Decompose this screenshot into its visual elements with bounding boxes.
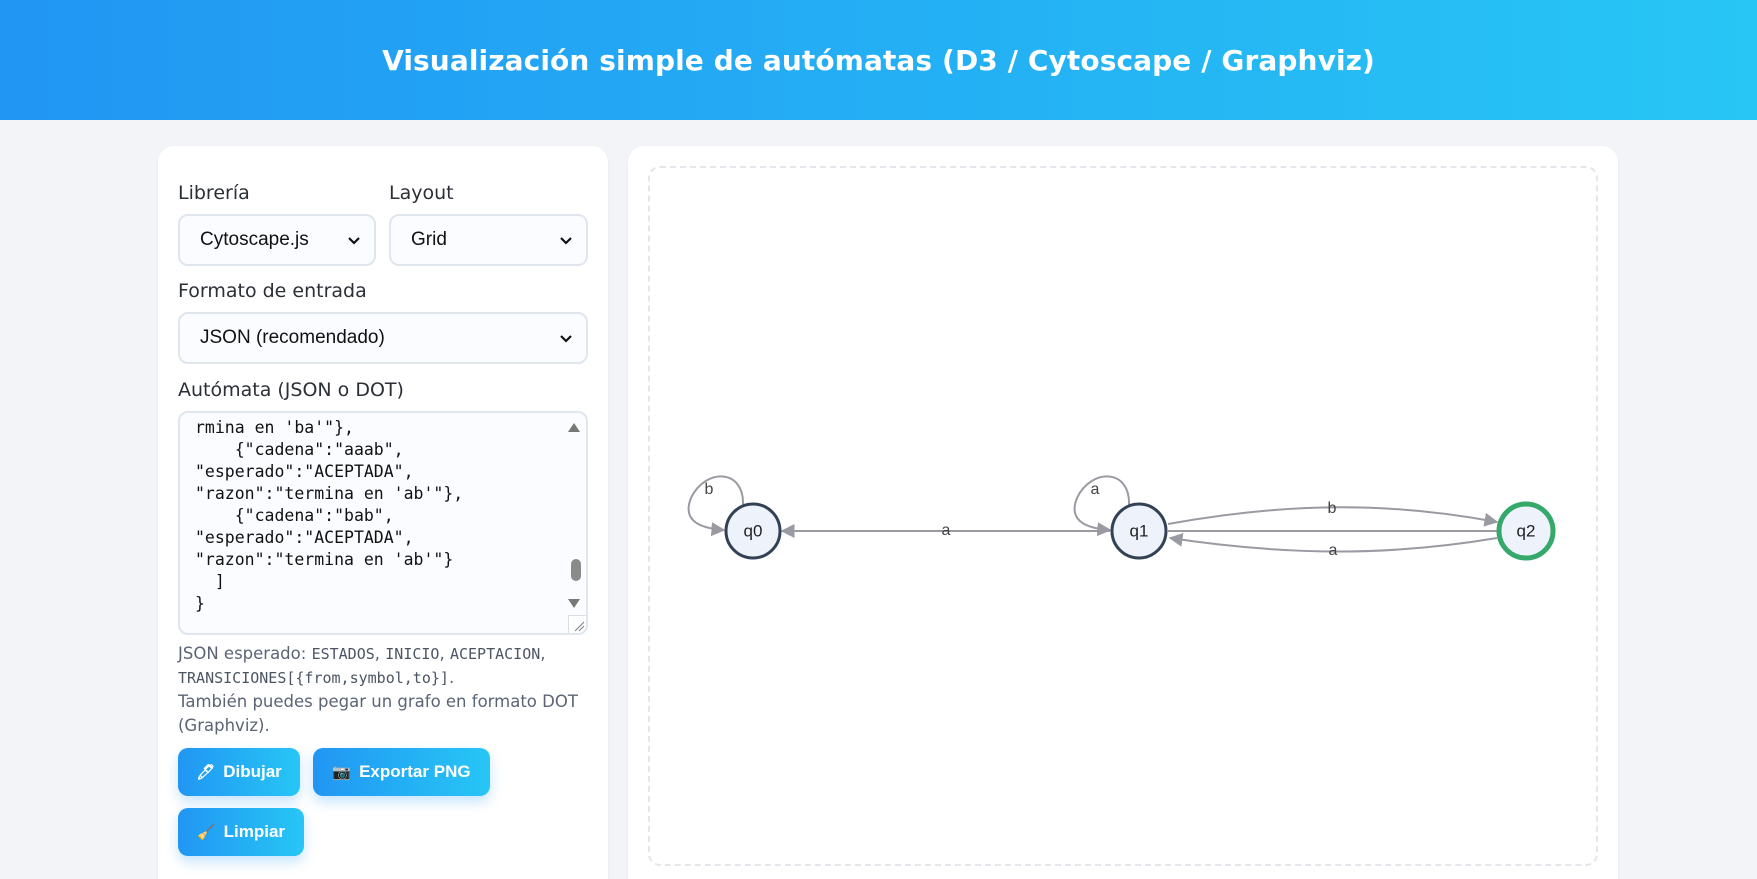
layout-label: Layout <box>389 182 454 204</box>
format-select[interactable]: JSON (recomendado) <box>178 312 588 364</box>
format-label: Formato de entrada <box>178 280 367 302</box>
draw-button-label: Dibujar <box>223 762 282 781</box>
format-help-text: JSON esperado: ESTADOS, INICIO, ACEPTACI… <box>178 642 588 738</box>
edge-label-q2-q1: a <box>1329 542 1338 559</box>
library-label: Librería <box>178 182 250 204</box>
graph-panel: b a a b a q0 q1 q2 <box>628 146 1618 879</box>
automaton-label: Autómata (JSON o DOT) <box>178 379 404 401</box>
help-code-inicio: INICIO <box>385 645 440 663</box>
app-header: Visualización simple de autómatas (D3 / … <box>0 0 1757 120</box>
export-png-button[interactable]: 📷 Exportar PNG <box>313 748 490 796</box>
library-select[interactable]: Cytoscape.js <box>178 214 376 266</box>
controls-panel: Librería Cytoscape.js Layout Grid Format… <box>158 146 608 879</box>
chevron-down-icon <box>560 237 572 245</box>
automaton-graph[interactable]: b a a b a q0 q1 q2 <box>650 168 1600 868</box>
format-select-value: JSON (recomendado) <box>200 327 385 348</box>
edge-label-q1-q2: b <box>1328 500 1337 517</box>
chevron-down-icon <box>348 237 360 245</box>
clear-button[interactable]: 🧹 Limpiar <box>178 808 304 856</box>
help-prefix: JSON esperado: <box>178 644 312 663</box>
help-dot-note: También puedes pegar un grafo en formato… <box>178 692 578 735</box>
state-label-q1: q1 <box>1130 521 1149 540</box>
edge-label-q0-q0: b <box>705 481 714 498</box>
help-end: . <box>448 668 455 687</box>
scrollbar-thumb[interactable] <box>571 559 581 581</box>
chevron-down-icon <box>560 335 572 343</box>
help-code-aceptacion: ACEPTACION <box>449 645 541 663</box>
clear-button-label: Limpiar <box>223 822 286 841</box>
layout-select[interactable]: Grid <box>389 214 588 266</box>
pen-icon: 🖊 <box>196 764 216 781</box>
edge-label-q1-q0: a <box>942 522 951 539</box>
help-code-transiciones: TRANSICIONES[{from,symbol,to}] <box>178 669 449 687</box>
resize-grip-icon[interactable] <box>568 615 586 633</box>
help-sep: , <box>540 644 546 663</box>
library-select-value: Cytoscape.js <box>200 229 309 250</box>
state-label-q0: q0 <box>744 521 763 540</box>
draw-button[interactable]: 🖊 Dibujar <box>178 748 300 796</box>
automaton-text: rmina en 'ba'"}, {"cadena":"aaab", "espe… <box>195 418 464 613</box>
page-title: Visualización simple de autómatas (D3 / … <box>382 43 1375 77</box>
edge-label-q1-q1: a <box>1091 481 1100 498</box>
help-sep: , <box>374 644 386 663</box>
broom-icon: 🧹 <box>196 824 216 841</box>
layout-select-value: Grid <box>411 229 447 250</box>
help-sep: , <box>439 644 450 663</box>
automaton-textarea[interactable]: rmina en 'ba'"}, {"cadena":"aaab", "espe… <box>178 411 588 635</box>
state-label-q2: q2 <box>1517 521 1536 540</box>
graph-canvas[interactable]: b a a b a q0 q1 q2 <box>648 166 1598 866</box>
export-png-button-label: Exportar PNG <box>359 762 471 781</box>
scroll-up-arrow-icon[interactable] <box>568 423 580 432</box>
scroll-down-arrow-icon[interactable] <box>568 599 580 608</box>
help-code-estados: ESTADOS <box>311 645 375 663</box>
camera-icon: 📷 <box>332 764 352 781</box>
